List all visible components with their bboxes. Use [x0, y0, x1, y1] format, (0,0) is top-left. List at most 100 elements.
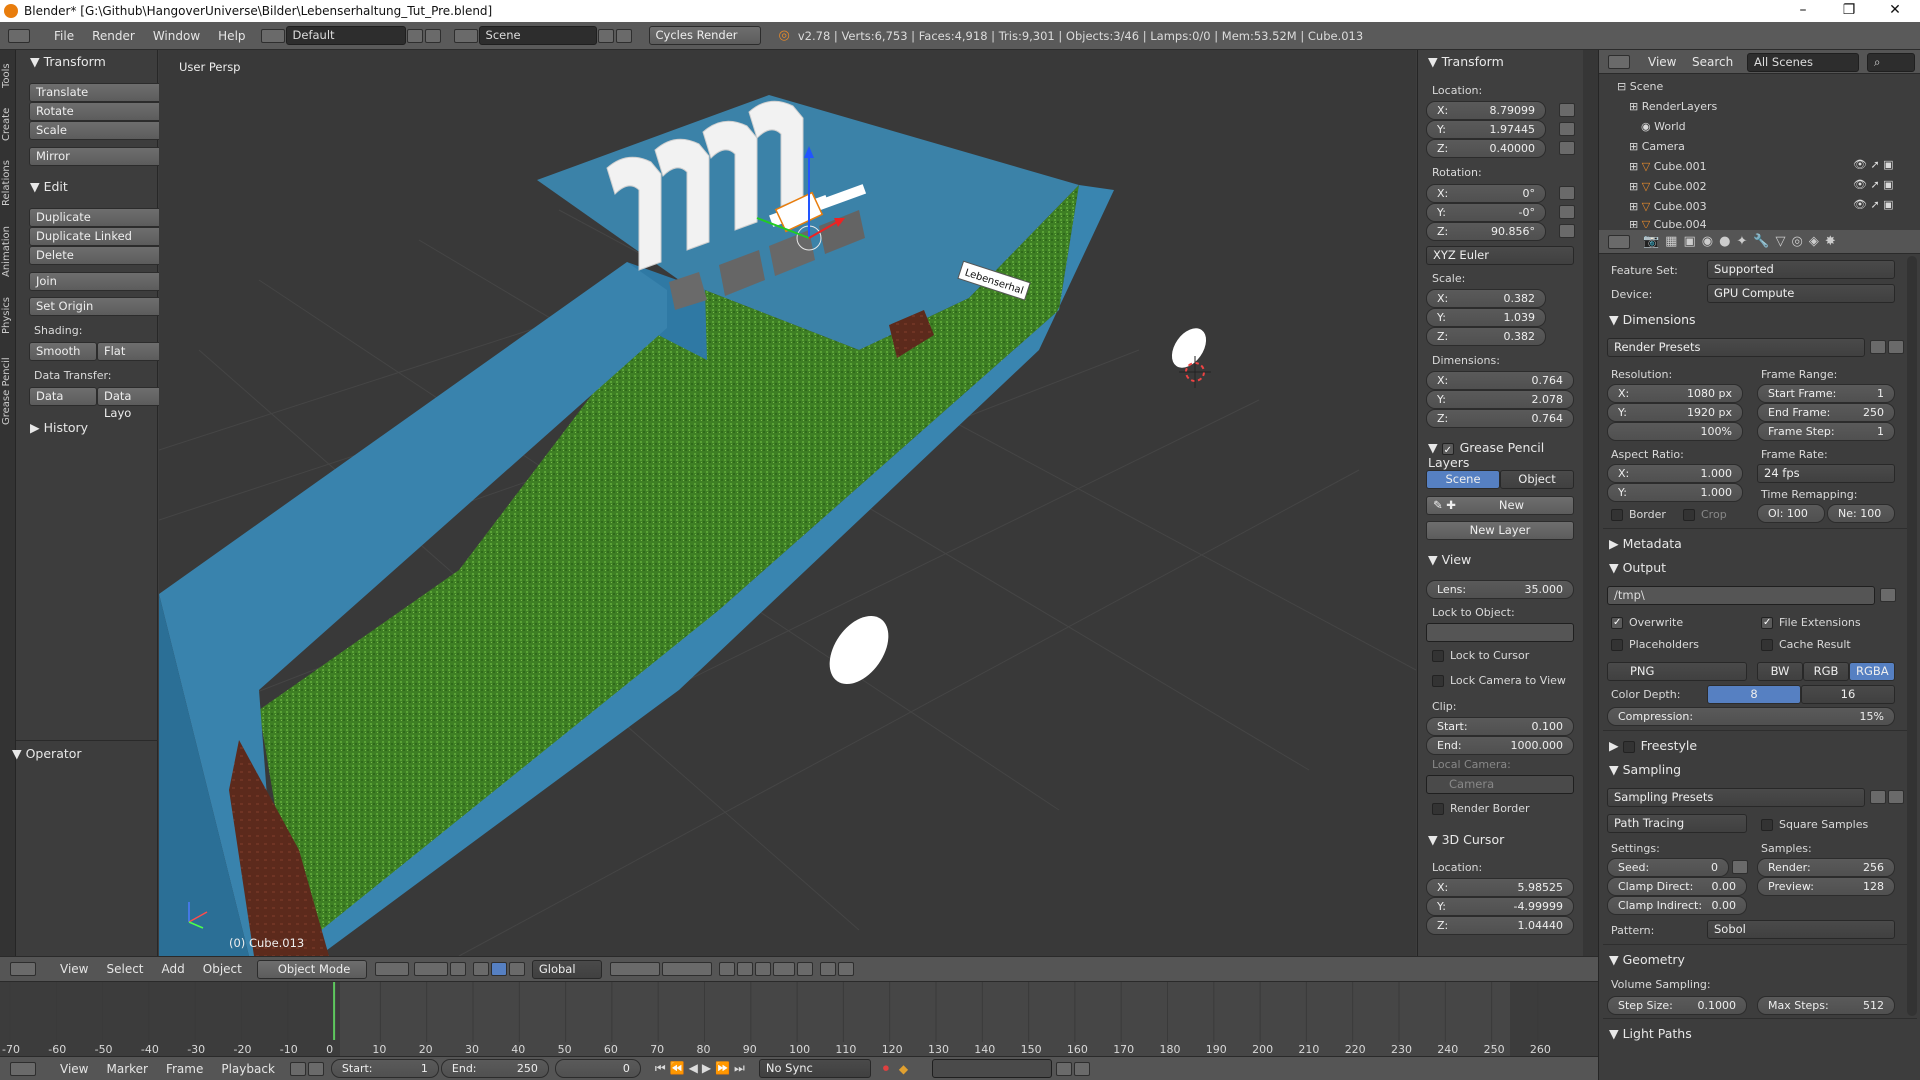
menu-render[interactable]: Render	[83, 29, 144, 43]
outliner-item-renderlayers[interactable]: ⊞ RenderLayers	[1629, 100, 1717, 113]
clip-end-field[interactable]: End: 1000.000	[1426, 736, 1574, 755]
aspect-y-field[interactable]: Y: 1.000	[1607, 483, 1743, 502]
add-preset-icon[interactable]	[1870, 340, 1886, 354]
operator-panel-header[interactable]: ▼ Operator	[12, 746, 82, 761]
npanel-transform-header[interactable]: ▼ Transform	[1428, 54, 1504, 69]
opengl-render-icon[interactable]	[819, 962, 836, 976]
menu-file[interactable]: File	[45, 29, 83, 43]
cursor-y-field[interactable]: Y: -4.99999	[1426, 897, 1574, 916]
transform-panel-header[interactable]: ▼ Transform	[30, 54, 106, 69]
rotation-z-field[interactable]: Z: 90.856°	[1426, 222, 1546, 241]
cursor-x-field[interactable]: X: 5.98525	[1426, 878, 1574, 897]
viewport-menu-view[interactable]: View	[51, 962, 97, 976]
add-preset-icon[interactable]	[1870, 790, 1886, 804]
timeline-menu-playback[interactable]: Playback	[212, 1062, 284, 1076]
duplicate-button[interactable]: Duplicate	[29, 208, 165, 227]
clamp-direct-field[interactable]: Clamp Direct: 0.00	[1607, 877, 1747, 896]
keying-set-icon[interactable]: ◆	[899, 1062, 908, 1076]
render-samples-field[interactable]: Render: 256	[1757, 858, 1895, 877]
editor-type-icon[interactable]	[8, 28, 30, 43]
outliner-item-cube-002[interactable]: ⊞ ▽ Cube.002	[1629, 180, 1707, 193]
history-panel-header[interactable]: ▶ History	[30, 420, 88, 435]
render-engine-select[interactable]: Cycles Render	[648, 26, 761, 45]
outliner-filter-select[interactable]: All Scenes	[1747, 53, 1859, 72]
resolution-percent-field[interactable]: 100%	[1607, 422, 1743, 441]
keying-set-field[interactable]	[932, 1059, 1053, 1078]
resolution-y-field[interactable]: Y: 1920 px	[1607, 403, 1743, 422]
scale-y-field[interactable]: Y: 1.039	[1426, 308, 1546, 327]
clip-start-field[interactable]: Start: 0.100	[1426, 717, 1574, 736]
lock-icon[interactable]	[1559, 224, 1575, 238]
menu-window[interactable]: Window	[144, 29, 209, 43]
translate-manipulator-icon[interactable]	[472, 962, 489, 976]
gp-scene-tab[interactable]: Scene	[1426, 470, 1500, 489]
mirror-button[interactable]: Mirror	[29, 147, 165, 166]
rotation-y-field[interactable]: Y: -0°	[1426, 203, 1546, 222]
minimize-button[interactable]: –	[1780, 0, 1826, 22]
outliner-item-cube-003[interactable]: ⊞ ▽ Cube.003	[1629, 200, 1707, 213]
lock-icon[interactable]	[1559, 141, 1575, 155]
smooth-button[interactable]: Smooth	[29, 342, 97, 361]
dimension-y-field[interactable]: Y: 2.078	[1426, 390, 1574, 409]
opengl-anim-icon[interactable]	[837, 962, 854, 976]
outliner-menu-search[interactable]: Search	[1683, 55, 1742, 69]
timeline-menu-frame[interactable]: Frame	[157, 1062, 212, 1076]
layers-grid-icon[interactable]	[609, 962, 660, 976]
time-remap-old-field[interactable]: Ol: 100	[1757, 504, 1825, 523]
cache-result-checkbox[interactable]: Cache Result	[1761, 638, 1851, 651]
3d-cursor-header[interactable]: ▼ 3D Cursor	[1428, 832, 1504, 847]
view-panel-header[interactable]: ▼ View	[1428, 552, 1471, 567]
duplicate-linked-button[interactable]: Duplicate Linked	[29, 227, 165, 246]
end-frame-field[interactable]: End: 250	[440, 1059, 549, 1078]
visibility-eye-icon[interactable]: 👁 ➚ ▣	[1853, 198, 1894, 211]
translate-button[interactable]: Translate	[29, 83, 165, 102]
cursor-z-field[interactable]: Z: 1.04440	[1426, 916, 1574, 935]
properties-context-icons[interactable]: 📷▦▣◉●✦🔧▽◎◈✸	[1643, 234, 1842, 249]
timeline[interactable]: -70 -60 -50 -40 -30 -20 -10 0 10 20 30 40 50 60 70 80 90…	[0, 982, 1598, 1056]
placeholders-checkbox[interactable]: Placeholders	[1611, 638, 1699, 651]
delete-keyframe-icon[interactable]	[1074, 1061, 1091, 1076]
lock-icon[interactable]	[1559, 186, 1575, 200]
scale-z-field[interactable]: Z: 0.382	[1426, 327, 1546, 346]
lock-icon[interactable]	[1559, 205, 1575, 219]
timeline-editor-icon[interactable]	[10, 1061, 36, 1076]
lock-layers-icon[interactable]	[718, 962, 735, 976]
new-layer-button[interactable]: New Layer	[1426, 521, 1574, 540]
outliner-menu-view[interactable]: View	[1639, 55, 1685, 69]
color-bw-button[interactable]: BW	[1757, 662, 1803, 681]
snap-target-icon[interactable]	[796, 962, 813, 976]
remove-scene-icon[interactable]	[615, 28, 632, 43]
snap-element-icon[interactable]	[772, 962, 795, 976]
maximize-button[interactable]: ❐	[1826, 0, 1872, 22]
preview-samples-field[interactable]: Preview: 128	[1757, 877, 1895, 896]
output-path-field[interactable]: /tmp\	[1607, 586, 1875, 605]
tab-tools[interactable]: Tools	[1, 56, 15, 96]
pattern-select[interactable]: Sobol	[1707, 920, 1895, 939]
scale-button[interactable]: Scale	[29, 121, 165, 140]
rotate-manipulator-icon[interactable]	[490, 962, 507, 976]
time-remap-new-field[interactable]: Ne: 100	[1827, 504, 1895, 523]
properties-editor-icon[interactable]	[1608, 235, 1630, 249]
frame-step-field[interactable]: Frame Step: 1	[1757, 422, 1895, 441]
viewport-menu-object[interactable]: Object	[194, 962, 251, 976]
seed-field[interactable]: Seed: 0	[1607, 858, 1729, 877]
geometry-panel-header[interactable]: ▼ Geometry	[1609, 952, 1685, 967]
outliner-search-icon[interactable]: ⌕	[1867, 53, 1915, 72]
location-y-field[interactable]: Y: 1.97445	[1426, 120, 1546, 139]
viewport-menu-select[interactable]: Select	[97, 962, 152, 976]
remove-preset-icon[interactable]	[1888, 790, 1904, 804]
file-extensions-checkbox[interactable]: File Extensions	[1761, 616, 1861, 629]
tab-animation[interactable]: Animation	[1, 218, 15, 286]
layout-field[interactable]: Default	[285, 26, 406, 45]
start-frame-field[interactable]: Start Frame: 1	[1757, 384, 1895, 403]
freestyle-panel-header[interactable]: ▶ Freestyle	[1609, 738, 1697, 753]
crop-checkbox[interactable]: Crop	[1683, 508, 1727, 521]
playback-controls-icon[interactable]: ⏮⏪◀▶⏩⏭	[655, 1061, 749, 1076]
outliner-item-camera[interactable]: ⊞ Camera	[1629, 140, 1685, 153]
dimension-x-field[interactable]: X: 0.764	[1426, 371, 1574, 390]
render-presets-select[interactable]: Render Presets	[1607, 338, 1865, 357]
insert-keyframe-icon[interactable]	[1056, 1061, 1073, 1076]
set-origin-button[interactable]: Set Origin	[29, 297, 165, 316]
data-button[interactable]: Data	[29, 387, 97, 406]
max-steps-field[interactable]: Max Steps: 512	[1757, 996, 1895, 1015]
